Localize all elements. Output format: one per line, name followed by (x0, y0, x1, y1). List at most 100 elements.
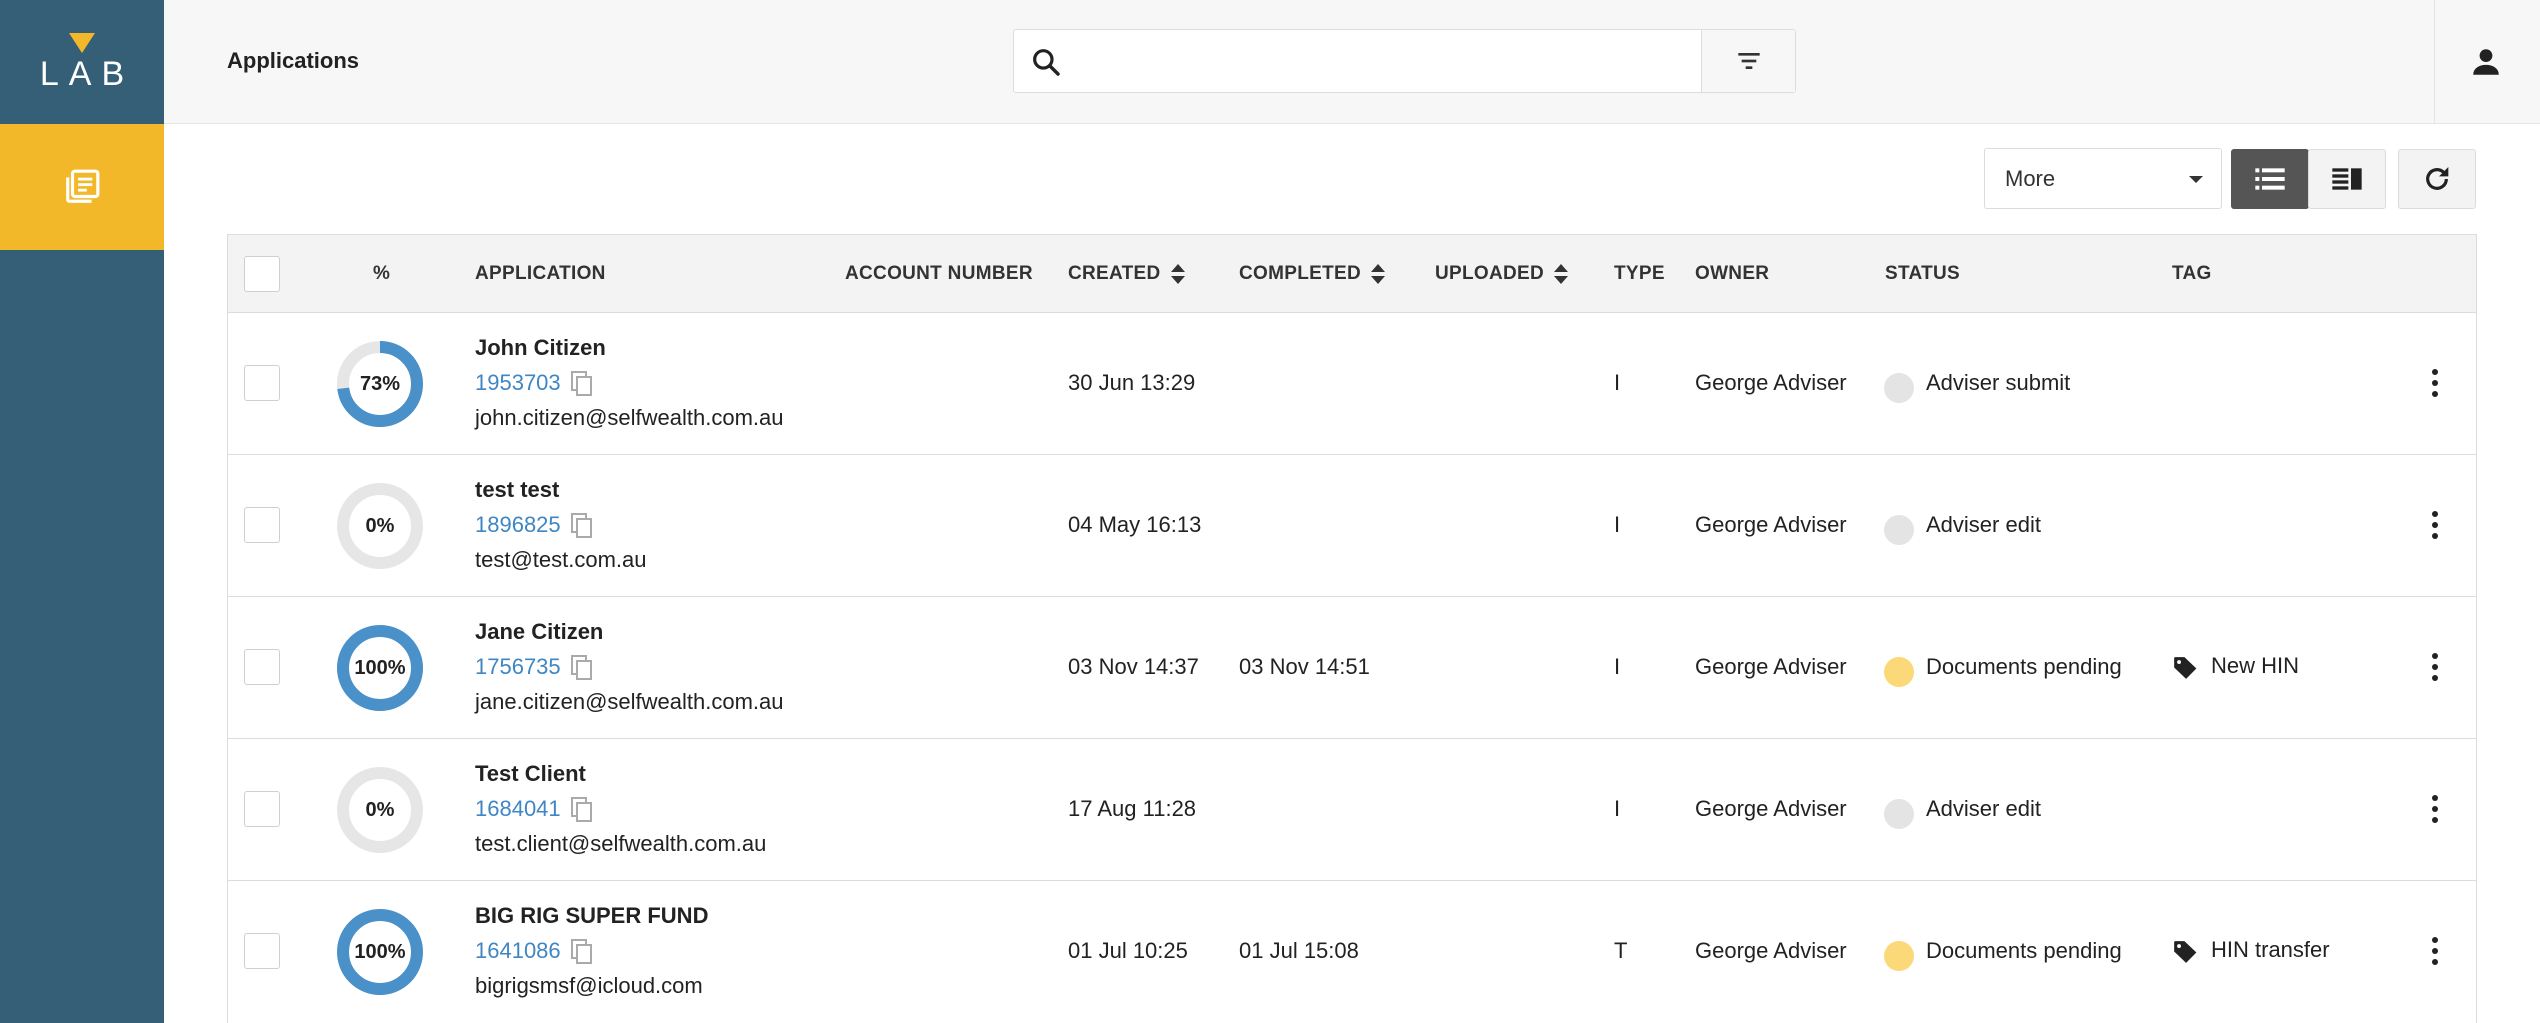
application-number-link[interactable]: 1896825 (475, 512, 561, 538)
owner-name: George Adviser (1695, 512, 1847, 537)
table-row[interactable]: 73% John Citizen 1953703 john.citizen@selfw… (228, 313, 2476, 455)
logo[interactable]: LAB (0, 0, 164, 124)
header-created[interactable]: CREATED (1068, 235, 1185, 313)
kebab-dot (2432, 795, 2438, 801)
applicant-email: test@test.com.au (475, 547, 647, 572)
row-checkbox[interactable] (244, 933, 280, 969)
kebab-dot (2432, 511, 2438, 517)
row-actions-kebab-icon[interactable] (2420, 931, 2450, 971)
application-type: I (1614, 654, 1621, 679)
progress-label: 100% (354, 940, 406, 963)
application-number-link[interactable]: 1953703 (475, 370, 561, 396)
applicant-name: Test Client (475, 761, 586, 786)
filter-button[interactable] (1701, 30, 1795, 92)
applicant-email: john.citizen@selfwealth.com.au (475, 405, 784, 430)
kebab-dot (2432, 664, 2438, 670)
table-row[interactable]: 100% BIG RIG SUPER FUND 1641086 bigrigsmsf@… (228, 881, 2476, 1023)
copy-icon[interactable] (570, 796, 594, 824)
copy-icon[interactable] (570, 370, 594, 398)
more-dropdown[interactable]: More (1984, 148, 2222, 209)
status-text: Adviser edit (1926, 796, 2041, 821)
application-number-link[interactable]: 1684041 (475, 796, 561, 822)
status-text: Documents pending (1926, 938, 2122, 963)
status-text: Adviser submit (1926, 370, 2071, 395)
table-row[interactable]: 0% Test Client 1684041 test.client@selfweal… (228, 739, 2476, 881)
status-text: Adviser edit (1926, 512, 2041, 537)
copy-icon[interactable] (570, 938, 594, 966)
search-icon[interactable] (1030, 46, 1062, 78)
kebab-dot (2432, 948, 2438, 954)
kebab-dot (2432, 675, 2438, 681)
completed-date: 03 Nov 14:51 (1239, 654, 1370, 679)
refresh-button[interactable] (2398, 149, 2476, 209)
kebab-dot (2432, 533, 2438, 539)
header-uploaded[interactable]: UPLOADED (1435, 235, 1569, 313)
user-menu-button[interactable] (2464, 40, 2508, 84)
progress-label: 0% (365, 514, 395, 537)
kebab-dot (2432, 959, 2438, 965)
kebab-dot (2432, 653, 2438, 659)
page-title: Applications (227, 48, 360, 73)
kebab-dot (2432, 817, 2438, 823)
header-tag: TAG (2172, 263, 2212, 284)
copy-icon[interactable] (570, 512, 594, 540)
split-view-button[interactable] (2308, 149, 2386, 209)
user-icon (2473, 49, 2499, 75)
created-date: 03 Nov 14:37 (1068, 654, 1199, 679)
select-all-checkbox[interactable] (244, 256, 280, 292)
applicant-email: bigrigsmsf@icloud.com (475, 973, 703, 998)
row-actions-kebab-icon[interactable] (2420, 789, 2450, 829)
row-actions-kebab-icon[interactable] (2420, 505, 2450, 545)
table-body: 73% John Citizen 1953703 john.citizen@selfw… (228, 313, 2476, 1023)
search-input[interactable] (1076, 30, 1696, 92)
header-application: APPLICATION (475, 263, 606, 284)
table-row[interactable]: 0% test test 1896825 test@test.com.au 04 May… (228, 455, 2476, 597)
row-checkbox[interactable] (244, 365, 280, 401)
split-view-icon (2332, 168, 2362, 190)
status-dot-icon (1884, 515, 1914, 545)
created-date: 17 Aug 11:28 (1068, 796, 1197, 821)
progress-label: 100% (354, 656, 406, 679)
more-dropdown-label: More (2005, 165, 2056, 191)
row-actions-kebab-icon[interactable] (2420, 647, 2450, 687)
created-date: 30 Jun 13:29 (1068, 370, 1196, 395)
status-dot-icon (1884, 373, 1914, 403)
copy-icon[interactable] (570, 654, 594, 682)
sort-icon (1370, 262, 1385, 286)
row-actions-kebab-icon[interactable] (2420, 363, 2450, 403)
sidebar-item-applications[interactable] (0, 124, 164, 250)
applicant-email: jane.citizen@selfwealth.com.au (475, 689, 784, 714)
application-type: T (1614, 938, 1628, 963)
sidebar: LAB (0, 0, 164, 1023)
tag-icon (2174, 657, 2197, 679)
row-checkbox[interactable] (244, 791, 280, 827)
kebab-dot (2432, 369, 2438, 375)
sort-icon (1554, 262, 1569, 286)
tag-label: HIN transfer (2211, 937, 2330, 962)
progress-label: 73% (359, 372, 401, 395)
applications-icon (66, 169, 100, 203)
logo-triangle-icon (69, 33, 95, 53)
row-checkbox[interactable] (244, 507, 280, 543)
kebab-dot (2432, 937, 2438, 943)
application-number-link[interactable]: 1641086 (475, 938, 561, 964)
created-date: 04 May 16:13 (1068, 512, 1202, 537)
search-bar (1013, 29, 1796, 93)
row-checkbox[interactable] (244, 649, 280, 685)
header-completed-label: COMPLETED (1239, 263, 1361, 284)
header-type: TYPE (1614, 263, 1665, 284)
logo-text: LAB (39, 55, 135, 93)
list-view-button[interactable] (2231, 149, 2309, 209)
created-date: 01 Jul 10:25 (1068, 938, 1188, 963)
applicant-email: test.client@selfwealth.com.au (475, 831, 767, 856)
progress-label: 0% (365, 798, 395, 821)
applicant-name: Jane Citizen (475, 619, 604, 644)
kebab-dot (2432, 806, 2438, 812)
header-completed[interactable]: COMPLETED (1239, 235, 1385, 313)
status-dot-icon (1884, 941, 1914, 971)
header-account-number: ACCOUNT NUMBER (845, 263, 1033, 284)
header-created-label: CREATED (1068, 263, 1161, 284)
application-number-link[interactable]: 1756735 (475, 654, 561, 680)
owner-name: George Adviser (1695, 796, 1847, 821)
table-row[interactable]: 100% Jane Citizen 1756735 jane.citizen@self… (228, 597, 2476, 739)
